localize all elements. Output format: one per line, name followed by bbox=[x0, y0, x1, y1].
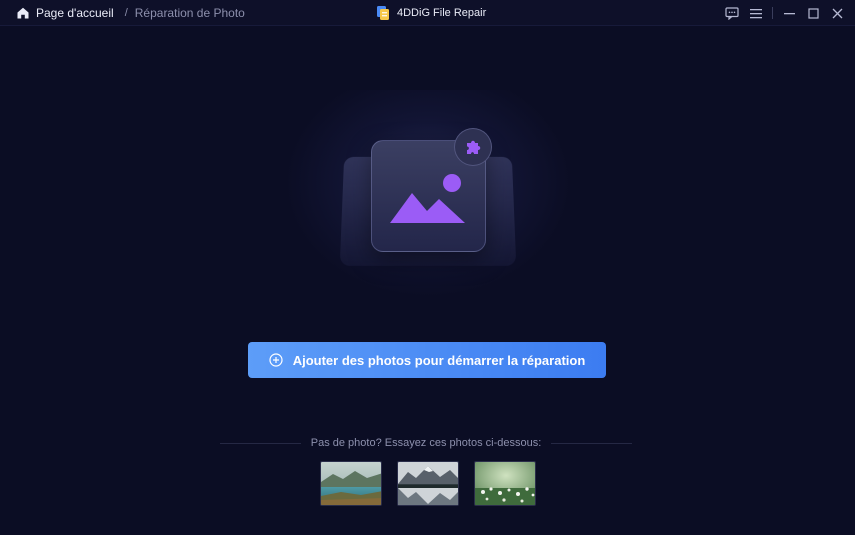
maximize-button[interactable] bbox=[801, 2, 825, 24]
feedback-icon bbox=[725, 6, 739, 20]
minimize-icon bbox=[783, 12, 795, 14]
samples-label: Pas de photo? Essayez ces photos ci-dess… bbox=[310, 437, 542, 449]
app-title: 4DDiG File Repair bbox=[376, 0, 486, 26]
menu-icon bbox=[750, 8, 762, 18]
mountain-thumbnail bbox=[398, 462, 458, 505]
close-icon bbox=[832, 8, 842, 18]
minimize-button[interactable] bbox=[777, 2, 801, 24]
menu-button[interactable] bbox=[744, 2, 768, 24]
breadcrumb-current: Réparation de Photo bbox=[134, 6, 245, 20]
window-controls bbox=[720, 0, 849, 26]
title-bar: Page d'accueil / Réparation de Photo 4DD… bbox=[0, 0, 855, 26]
divider-right bbox=[551, 442, 632, 444]
meadow-thumbnail bbox=[475, 462, 535, 505]
add-circle-icon bbox=[269, 353, 283, 367]
divider-left bbox=[220, 442, 301, 444]
app-window: Page d'accueil / Réparation de Photo 4DD… bbox=[0, 0, 855, 535]
sample-photos bbox=[320, 461, 536, 507]
feedback-button[interactable] bbox=[720, 2, 744, 24]
close-button[interactable] bbox=[825, 2, 849, 24]
photo-illustration bbox=[288, 90, 568, 295]
app-name: 4DDiG File Repair bbox=[397, 7, 487, 19]
app-logo-icon bbox=[377, 6, 389, 20]
lake-thumbnail bbox=[321, 462, 381, 505]
puzzle-icon bbox=[467, 140, 481, 154]
add-photos-button[interactable]: Ajouter des photos pour démarrer la répa… bbox=[248, 342, 606, 378]
add-photos-label: Ajouter des photos pour démarrer la répa… bbox=[292, 352, 586, 368]
controls-divider bbox=[772, 7, 773, 19]
home-icon[interactable] bbox=[16, 6, 30, 20]
samples-header: Pas de photo? Essayez ces photos ci-dess… bbox=[220, 436, 632, 450]
maximize-icon bbox=[807, 7, 819, 19]
sample-photo-lake[interactable] bbox=[320, 461, 382, 506]
sample-photo-mountain-reflection[interactable] bbox=[397, 461, 459, 506]
breadcrumb-separator: / bbox=[124, 7, 128, 19]
breadcrumb: Page d'accueil / Réparation de Photo bbox=[16, 0, 245, 26]
puzzle-badge bbox=[454, 128, 492, 166]
sample-photo-meadow[interactable] bbox=[474, 461, 536, 506]
breadcrumb-home[interactable]: Page d'accueil bbox=[36, 6, 114, 20]
